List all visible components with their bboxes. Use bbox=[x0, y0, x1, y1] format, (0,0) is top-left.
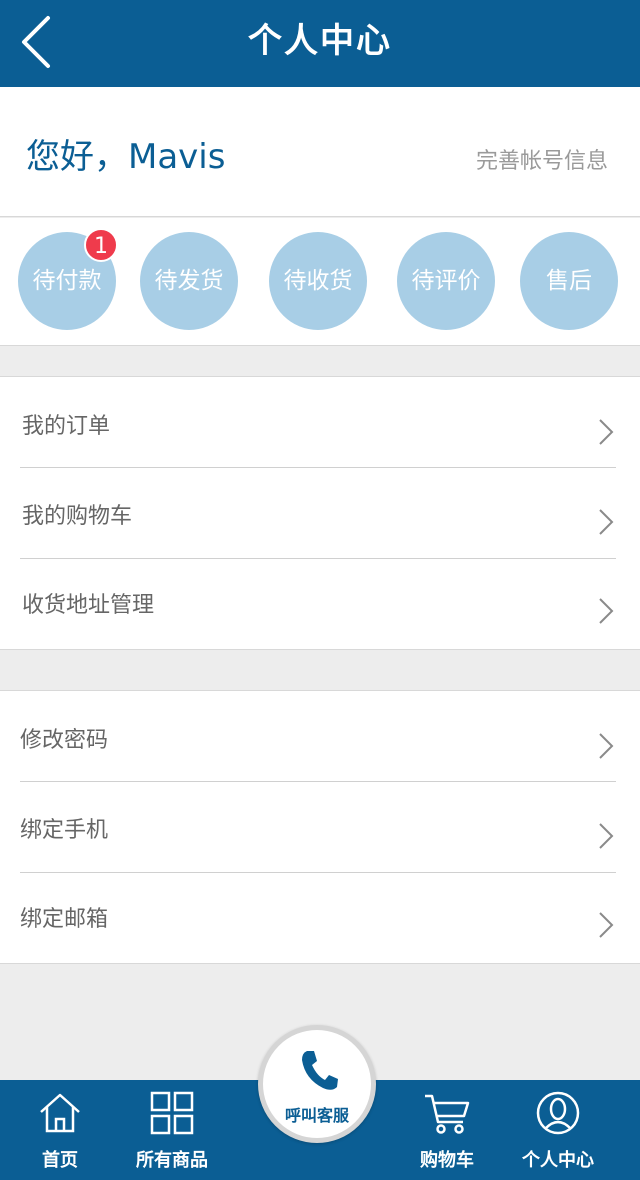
status-pending-receipt[interactable]: 待收货 bbox=[269, 232, 367, 330]
menu-item-bind-email[interactable]: 绑定邮箱 bbox=[20, 875, 616, 965]
call-service-label: 呼叫客服 bbox=[284, 1106, 349, 1125]
divider bbox=[20, 558, 616, 559]
menu-item-label: 修改密码 bbox=[20, 728, 109, 753]
menu-group-orders: 我的订单 我的购物车 收货地址管理 bbox=[0, 376, 640, 650]
divider bbox=[20, 872, 616, 873]
user-icon bbox=[536, 1091, 580, 1135]
page-title: 个人中心 bbox=[248, 21, 392, 61]
menu-item-my-orders[interactable]: 我的订单 bbox=[20, 382, 616, 472]
grid-icon bbox=[150, 1091, 194, 1135]
menu-group-account: 修改密码 绑定手机 绑定邮箱 bbox=[0, 690, 640, 964]
divider bbox=[20, 467, 616, 468]
menu-item-label: 收货地址管理 bbox=[22, 593, 155, 618]
greeting-text: 您好，Mavis bbox=[26, 137, 226, 177]
status-after-sales[interactable]: 售后 bbox=[520, 232, 618, 330]
chevron-right-icon bbox=[599, 419, 614, 445]
pending-payment-badge: 1 bbox=[84, 228, 118, 262]
menu-item-label: 绑定手机 bbox=[20, 818, 109, 843]
menu-item-label: 绑定邮箱 bbox=[20, 907, 109, 932]
top-nav-bar: 个人中心 bbox=[0, 0, 640, 87]
tab-label: 所有商品 bbox=[136, 1150, 208, 1171]
home-icon bbox=[40, 1093, 80, 1133]
chevron-right-icon bbox=[599, 733, 614, 759]
menu-item-change-password[interactable]: 修改密码 bbox=[20, 696, 616, 786]
divider bbox=[20, 781, 616, 782]
menu-item-address-management[interactable]: 收货地址管理 bbox=[20, 561, 616, 651]
tab-home[interactable]: 首页 bbox=[10, 1080, 110, 1180]
menu-item-label: 我的订单 bbox=[22, 414, 111, 439]
tab-label: 首页 bbox=[42, 1150, 78, 1171]
tab-all-products[interactable]: 所有商品 bbox=[120, 1080, 224, 1180]
chevron-right-icon bbox=[599, 912, 614, 938]
greeting-panel: 您好，Mavis 完善帐号信息 bbox=[0, 87, 640, 217]
status-pending-shipment[interactable]: 待发货 bbox=[140, 232, 238, 330]
tab-profile[interactable]: 个人中心 bbox=[510, 1080, 606, 1180]
tab-cart[interactable]: 购物车 bbox=[400, 1080, 494, 1180]
shopping-cart-icon bbox=[425, 1094, 470, 1134]
status-pending-review[interactable]: 待评价 bbox=[397, 232, 495, 330]
phone-icon bbox=[302, 1051, 338, 1090]
chevron-right-icon bbox=[599, 823, 614, 849]
tab-label: 个人中心 bbox=[522, 1150, 594, 1171]
call-service-button[interactable]: 呼叫客服 bbox=[258, 1025, 376, 1143]
menu-item-label: 我的购物车 bbox=[22, 504, 133, 529]
complete-account-info-link[interactable]: 完善帐号信息 bbox=[476, 143, 608, 175]
menu-item-my-cart[interactable]: 我的购物车 bbox=[20, 472, 616, 562]
tab-label: 购物车 bbox=[420, 1150, 474, 1171]
chevron-right-icon bbox=[599, 598, 614, 624]
chevron-right-icon bbox=[599, 509, 614, 535]
menu-item-bind-phone[interactable]: 绑定手机 bbox=[20, 786, 616, 876]
